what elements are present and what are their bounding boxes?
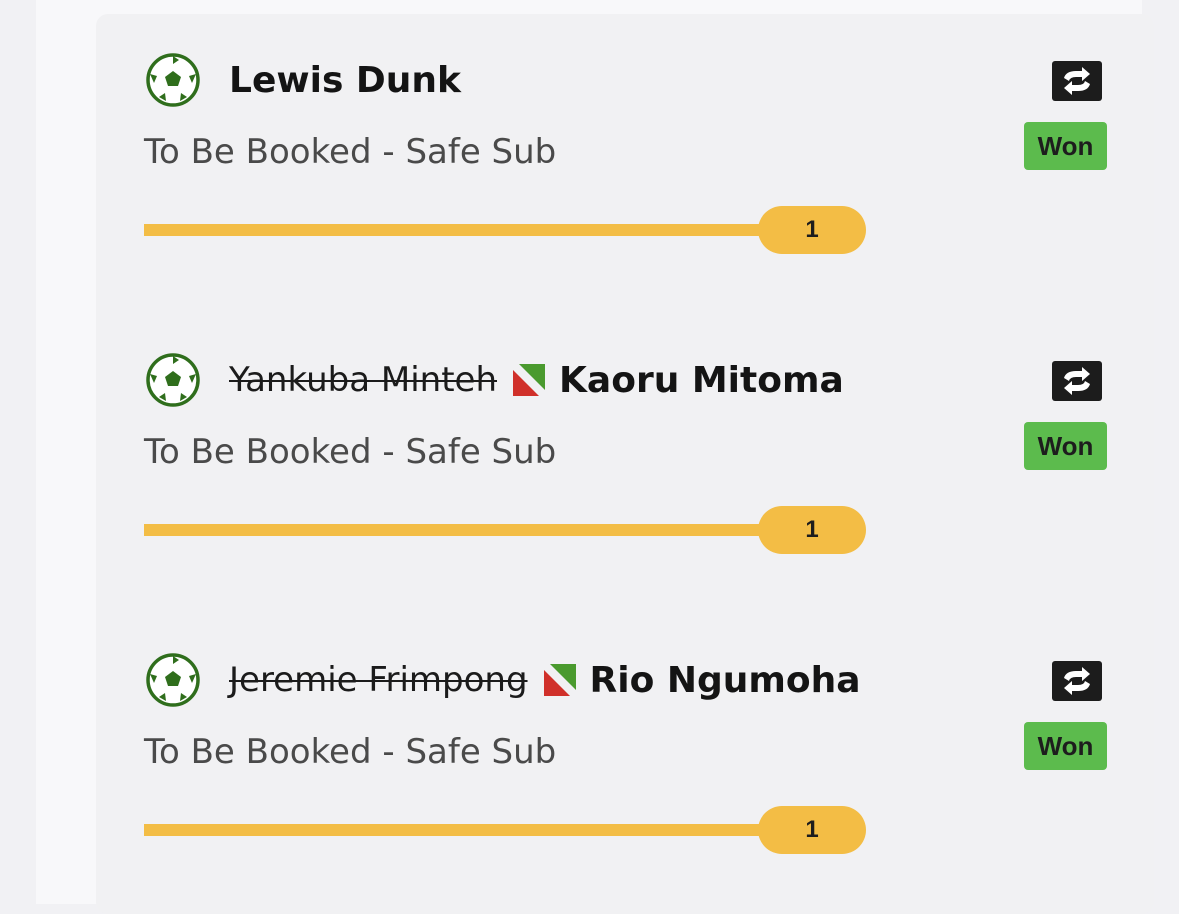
progress-track [144,224,784,236]
substitution-icon [543,664,576,696]
progress-count: 1 [758,206,866,254]
swap-arrows-icon [1064,367,1090,395]
player-name: Rio Ngumoha [589,659,861,701]
progress-bar: 1 [144,506,866,554]
soccer-ball-icon [146,653,200,707]
selection-row: Lewis Dunk To Be Booked - Safe Sub Won 1 [96,14,1154,314]
selection-row: Jeremie Frimpong Rio Ngumoha To Be Booke… [96,614,1154,914]
selection-row: Yankuba Minteh Kaoru Mitoma To Be Booked… [96,314,1154,614]
status-badge: Won [1024,722,1107,770]
player-name: Kaoru Mitoma [559,359,844,401]
progress-count: 1 [758,806,866,854]
bet-card: Lewis Dunk To Be Booked - Safe Sub Won 1 [96,14,1154,914]
soccer-ball-icon [146,53,200,107]
bet-slip-panel: Lewis Dunk To Be Booked - Safe Sub Won 1 [36,0,1154,914]
progress-track [144,824,784,836]
swap-arrows-icon [1064,667,1090,695]
progress-track [144,524,784,536]
swap-button[interactable] [1052,661,1102,701]
market-label: To Be Booked - Safe Sub [144,732,557,772]
swap-button[interactable] [1052,61,1102,101]
progress-bar: 1 [144,206,866,254]
replaced-player-name: Yankuba Minteh [229,360,498,400]
player-line: Yankuba Minteh Kaoru Mitoma [229,354,844,406]
soccer-ball-icon [146,353,200,407]
swap-arrows-icon [1064,67,1090,95]
progress-bar: 1 [144,806,866,854]
status-badge: Won [1024,422,1107,470]
market-label: To Be Booked - Safe Sub [144,132,557,172]
player-line: Lewis Dunk [229,54,461,106]
player-line: Jeremie Frimpong Rio Ngumoha [229,654,861,706]
player-name: Lewis Dunk [229,59,461,101]
replaced-player-name: Jeremie Frimpong [229,660,528,700]
substitution-icon [513,364,546,396]
progress-count: 1 [758,506,866,554]
swap-button[interactable] [1052,361,1102,401]
status-badge: Won [1024,122,1107,170]
market-label: To Be Booked - Safe Sub [144,432,557,472]
